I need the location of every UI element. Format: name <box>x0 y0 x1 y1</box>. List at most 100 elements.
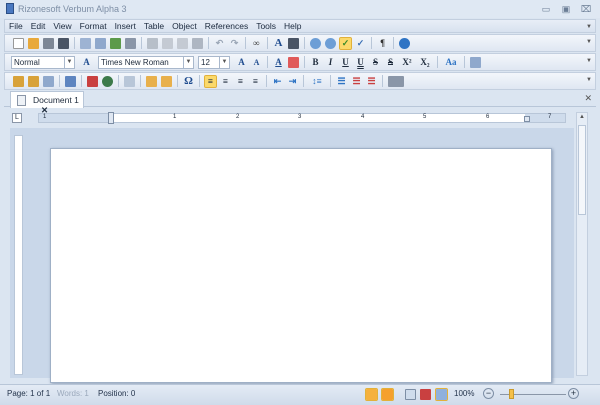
line-spacing-icon[interactable]: ↕≡ <box>309 76 325 87</box>
vertical-scrollbar[interactable]: ▲ <box>576 112 588 376</box>
undo-icon[interactable]: ↶ <box>214 38 225 49</box>
insert-image-icon[interactable] <box>28 75 39 87</box>
copy-icon[interactable] <box>162 37 173 49</box>
landscape-icon[interactable] <box>365 388 378 401</box>
chevron-down-icon[interactable]: ▼ <box>183 56 193 68</box>
menu-overflow-icon[interactable]: ▼ <box>586 24 592 30</box>
zoom-in-icon[interactable] <box>325 37 336 49</box>
strikethrough-icon[interactable]: S <box>370 57 381 68</box>
right-indent-marker[interactable] <box>524 116 530 122</box>
redo-icon[interactable]: ↷ <box>229 38 240 49</box>
pilcrow-icon[interactable]: ¶ <box>377 38 388 49</box>
subscript-icon[interactable]: X₂ <box>418 57 432 68</box>
chevron-down-icon[interactable]: ▼ <box>219 56 229 68</box>
zoom-out-icon[interactable] <box>310 37 321 49</box>
footer-icon[interactable] <box>161 75 172 87</box>
spellcheck-icon[interactable]: ✓ <box>355 38 366 49</box>
spellcheck-auto-icon[interactable]: ✓ <box>339 36 352 50</box>
zoom-in-button[interactable]: + <box>568 388 579 399</box>
paste-icon[interactable] <box>177 37 188 49</box>
tab-stop-selector[interactable]: L <box>12 113 22 123</box>
print-setup-icon[interactable] <box>110 37 121 49</box>
paste-special-icon[interactable] <box>192 37 203 49</box>
web-layout-icon[interactable] <box>420 389 431 400</box>
increase-indent-icon[interactable]: ⇥ <box>287 76 298 87</box>
style-select[interactable]: Normal ▼ <box>11 55 75 69</box>
highlight-icon[interactable] <box>288 56 299 68</box>
toolbar-overflow-icon[interactable]: ▼ <box>586 39 592 45</box>
menu-insert[interactable]: Insert <box>111 20 140 32</box>
hyperlink-icon[interactable] <box>102 75 113 87</box>
bullets-icon[interactable]: ☰ <box>336 76 347 87</box>
page-break-icon[interactable] <box>124 75 135 87</box>
toolbar-overflow-icon[interactable]: ▼ <box>586 58 592 64</box>
cut-icon[interactable] <box>147 37 158 49</box>
print-layout-icon[interactable] <box>435 388 448 401</box>
menu-references[interactable]: References <box>201 20 252 32</box>
save-all-icon[interactable] <box>58 37 69 49</box>
align-right-icon[interactable]: ≡ <box>235 76 246 87</box>
insert-picture-icon[interactable] <box>13 75 24 87</box>
restore-button[interactable]: ▣ <box>560 4 572 14</box>
close-all-icon[interactable]: ✕ <box>584 93 592 104</box>
align-center-icon[interactable]: ≡ <box>220 76 231 87</box>
document-page[interactable] <box>50 148 552 383</box>
toolbar-overflow-icon[interactable]: ▼ <box>586 77 592 83</box>
new-icon[interactable] <box>13 37 24 49</box>
styles-icon[interactable]: A <box>81 57 92 68</box>
save-icon[interactable] <box>43 37 54 49</box>
menu-object[interactable]: Object <box>168 20 201 32</box>
change-case-icon[interactable]: Aa <box>443 57 459 68</box>
shrink-font-icon[interactable]: A <box>251 57 262 68</box>
shading-icon[interactable] <box>388 75 404 87</box>
double-underline-icon[interactable]: U <box>355 57 366 68</box>
font-size-select[interactable]: 12 ▼ <box>198 55 230 69</box>
align-left-icon[interactable]: ≡ <box>204 74 217 88</box>
scrollbar-thumb[interactable] <box>578 125 586 215</box>
superscript-icon[interactable]: X² <box>400 57 414 68</box>
menu-table[interactable]: Table <box>140 20 168 32</box>
paragraph-format-icon[interactable] <box>288 37 299 49</box>
underline-icon[interactable]: U <box>340 57 351 68</box>
web-icon[interactable] <box>399 37 410 49</box>
clear-formatting-icon[interactable] <box>470 56 481 68</box>
bookmark-icon[interactable] <box>87 75 98 87</box>
justify-icon[interactable]: ≡ <box>250 76 261 87</box>
open-icon[interactable] <box>28 37 39 49</box>
vertical-ruler[interactable] <box>14 135 23 375</box>
close-button[interactable]: ⌧ <box>580 4 592 14</box>
menu-format[interactable]: Format <box>76 20 111 32</box>
double-strikethrough-icon[interactable]: S <box>385 57 396 68</box>
chevron-down-icon[interactable]: ▼ <box>64 56 74 68</box>
page-layout-icon[interactable] <box>80 37 91 49</box>
scroll-up-icon[interactable]: ▲ <box>578 114 586 122</box>
find-icon[interactable]: ∞ <box>251 38 262 49</box>
bold-icon[interactable]: B <box>310 57 321 68</box>
full-screen-icon[interactable] <box>405 389 416 400</box>
insert-table-icon[interactable] <box>65 75 76 87</box>
print-preview-icon[interactable] <box>95 37 106 49</box>
menu-edit[interactable]: Edit <box>27 20 50 32</box>
header-icon[interactable] <box>146 75 157 87</box>
numbering-icon[interactable]: ☰ <box>351 76 362 87</box>
multilevel-list-icon[interactable]: ☰ <box>366 76 377 87</box>
tab-document-1[interactable]: Document 1 ✕ <box>10 91 84 115</box>
font-color-icon[interactable]: A <box>273 57 284 68</box>
decrease-indent-icon[interactable]: ⇤ <box>272 76 283 87</box>
text-box-icon[interactable] <box>43 75 54 87</box>
minimize-button[interactable]: ▭ <box>540 4 552 14</box>
symbol-icon[interactable]: Ω <box>183 75 194 87</box>
font-select[interactable]: Times New Roman ▼ <box>98 55 194 69</box>
menu-tools[interactable]: Tools <box>252 20 280 32</box>
zoom-slider-thumb[interactable] <box>509 389 514 399</box>
menu-help[interactable]: Help <box>280 20 305 32</box>
grow-font-icon[interactable]: A <box>236 57 247 68</box>
menu-file[interactable]: File <box>5 20 27 32</box>
print-icon[interactable] <box>125 37 136 49</box>
zoom-out-button[interactable]: − <box>483 388 494 399</box>
italic-icon[interactable]: I <box>325 57 336 68</box>
portrait-icon[interactable] <box>381 388 394 401</box>
horizontal-ruler[interactable]: 1 1 2 3 4 5 6 7 <box>38 112 566 124</box>
indent-marker[interactable] <box>108 112 114 124</box>
menu-view[interactable]: View <box>49 20 75 32</box>
